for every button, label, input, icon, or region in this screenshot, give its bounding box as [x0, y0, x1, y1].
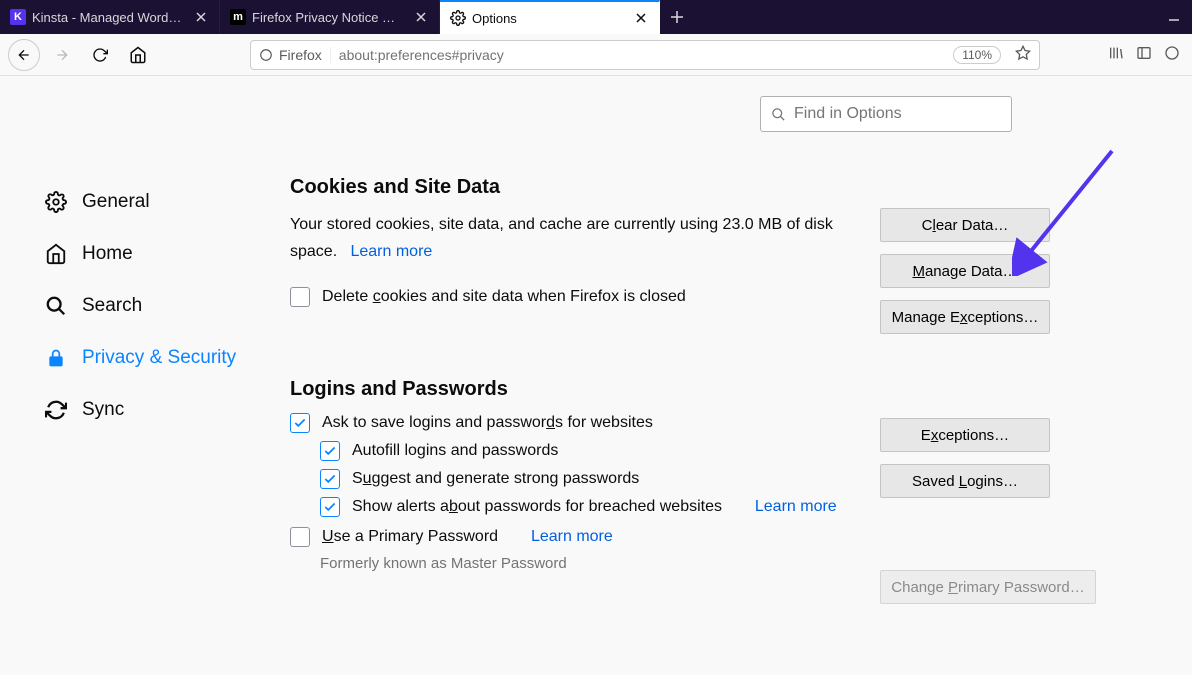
sidebar-icon[interactable]	[1136, 45, 1152, 65]
autofill-logins-row[interactable]: Autofill logins and passwords	[320, 441, 850, 461]
sidebar-item-home[interactable]: Home	[44, 228, 270, 280]
close-icon[interactable]	[633, 10, 649, 26]
reload-button[interactable]	[84, 39, 116, 71]
search-options[interactable]	[760, 96, 1012, 132]
identity-label: Firefox	[279, 47, 322, 63]
sidebar-item-label: Sync	[82, 399, 124, 421]
search-icon	[771, 107, 786, 122]
primary-password-row[interactable]: Use a Primary Password Learn more	[290, 527, 850, 547]
sidebar-item-search[interactable]: Search	[44, 280, 270, 332]
change-primary-password-button: Change Primary Password…	[880, 570, 1096, 604]
primary-password-note: Formerly known as Master Password	[320, 555, 850, 572]
sidebar-item-sync[interactable]: Sync	[44, 384, 270, 436]
identity-box[interactable]: Firefox	[251, 47, 331, 63]
suggest-passwords-row[interactable]: Suggest and generate strong passwords	[320, 469, 850, 489]
manage-data-button[interactable]: Manage Data…	[880, 254, 1050, 288]
checkbox-label: Autofill logins and passwords	[352, 442, 558, 460]
nav-toolbar: Firefox about:preferences#privacy 110%	[0, 34, 1192, 76]
checkbox[interactable]	[290, 413, 310, 433]
window-controls	[1168, 0, 1192, 34]
ask-save-logins-row[interactable]: Ask to save logins and passwords for web…	[290, 413, 850, 433]
lock-icon	[44, 346, 68, 370]
bookmark-star-icon[interactable]	[1007, 45, 1039, 64]
tab-bar: K Kinsta - Managed WordPress H m Firefox…	[0, 0, 1192, 34]
favicon-kinsta: K	[10, 9, 26, 25]
checkbox-label: Delete cookies and site data when Firefo…	[322, 288, 686, 306]
logins-heading: Logins and Passwords	[290, 378, 850, 401]
preferences-content: Cookies and Site Data Your stored cookie…	[290, 76, 1192, 675]
saved-logins-button[interactable]: Saved Logins…	[880, 464, 1050, 498]
sidebar-item-label: Home	[82, 243, 133, 265]
home-icon	[44, 242, 68, 266]
library-icon[interactable]	[1108, 45, 1124, 65]
checkbox[interactable]	[290, 527, 310, 547]
url-bar[interactable]: Firefox about:preferences#privacy 110%	[250, 40, 1040, 70]
delete-cookies-checkbox-row[interactable]: Delete cookies and site data when Firefo…	[290, 287, 850, 307]
gear-icon	[450, 10, 466, 26]
checkbox-label: Suggest and generate strong passwords	[352, 470, 639, 488]
checkbox[interactable]	[290, 287, 310, 307]
sidebar-item-label: Privacy & Security	[82, 347, 236, 369]
sidebar-item-general[interactable]: General	[44, 176, 270, 228]
search-icon	[44, 294, 68, 318]
sidebar-item-label: Search	[82, 295, 142, 317]
home-button[interactable]	[122, 39, 154, 71]
search-input[interactable]	[794, 105, 1001, 123]
checkbox[interactable]	[320, 497, 340, 517]
sidebar-item-privacy[interactable]: Privacy & Security	[44, 332, 270, 384]
manage-exceptions-button[interactable]: Manage Exceptions…	[880, 300, 1050, 334]
account-icon[interactable]	[1164, 45, 1180, 65]
learn-more-link[interactable]: Learn more	[350, 243, 432, 260]
learn-more-link[interactable]: Learn more	[531, 528, 613, 546]
tab-title: Options	[472, 11, 627, 26]
sync-icon	[44, 398, 68, 422]
checkbox-label: Show alerts about passwords for breached…	[352, 498, 722, 516]
forward-button[interactable]	[46, 39, 78, 71]
sidebar-item-label: General	[82, 191, 150, 213]
zoom-indicator[interactable]: 110%	[953, 46, 1001, 64]
checkbox-label: Use a Primary Password	[322, 528, 498, 546]
back-button[interactable]	[8, 39, 40, 71]
tab-kinsta[interactable]: K Kinsta - Managed WordPress H	[0, 0, 220, 34]
exceptions-button[interactable]: Exceptions…	[880, 418, 1050, 452]
new-tab-button[interactable]	[660, 0, 694, 34]
breach-alerts-row[interactable]: Show alerts about passwords for breached…	[320, 497, 850, 517]
favicon-mozilla: m	[230, 9, 246, 25]
preferences-page: General Home Search Privacy & Security S…	[0, 76, 1192, 675]
tab-privacy-notice[interactable]: m Firefox Privacy Notice — Mozil	[220, 0, 440, 34]
url-text: about:preferences#privacy	[331, 47, 953, 63]
close-icon[interactable]	[193, 9, 209, 25]
clear-data-button[interactable]: Clear Data…	[880, 208, 1050, 242]
tab-options[interactable]: Options	[440, 0, 660, 34]
cookies-heading: Cookies and Site Data	[290, 176, 850, 199]
close-icon[interactable]	[413, 9, 429, 25]
preferences-sidebar: General Home Search Privacy & Security S…	[0, 76, 290, 675]
firefox-logo-icon	[259, 48, 273, 62]
checkbox[interactable]	[320, 469, 340, 489]
tab-title: Firefox Privacy Notice — Mozil	[252, 10, 407, 25]
cookies-description: Your stored cookies, site data, and cach…	[290, 211, 850, 265]
checkbox[interactable]	[320, 441, 340, 461]
tab-title: Kinsta - Managed WordPress H	[32, 10, 187, 25]
minimize-button[interactable]	[1168, 9, 1180, 26]
checkbox-label: Ask to save logins and passwords for web…	[322, 414, 653, 432]
learn-more-link[interactable]: Learn more	[755, 498, 837, 516]
gear-icon	[44, 190, 68, 214]
